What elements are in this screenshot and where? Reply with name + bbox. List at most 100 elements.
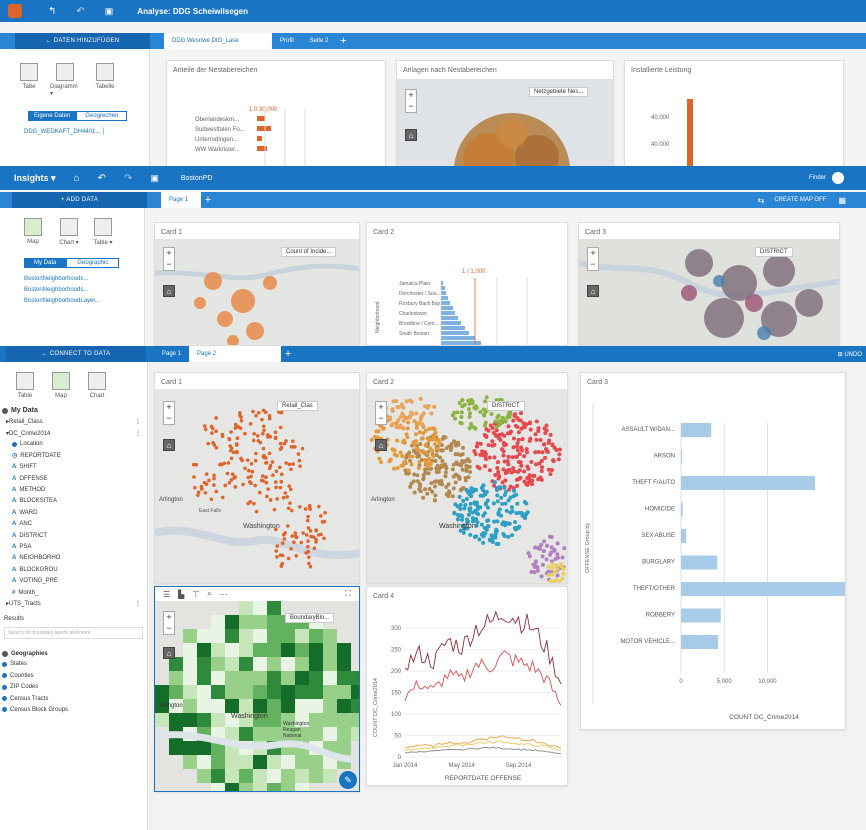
filter-icon[interactable]: ⊤ — [192, 590, 199, 599]
zoom-control[interactable]: + − — [587, 247, 599, 271]
field-item[interactable]: A OFFENSE — [0, 473, 147, 484]
search-icon[interactable]: ⌕ — [207, 589, 211, 599]
card-3[interactable]: Card 3 + − ⌂ DISTRICT — [578, 222, 840, 346]
map-legend[interactable]: Count of Incide... — [281, 247, 337, 257]
dataset-item[interactable]: BostonNeighborhoods... — [24, 287, 144, 293]
map-legend[interactable]: Netzgebiete Nes... — [529, 87, 589, 97]
add-page-icon[interactable]: + — [336, 34, 350, 48]
tab-page-1[interactable]: Page 1 — [154, 346, 189, 362]
map-tool[interactable]: Map — [46, 372, 76, 399]
card-1[interactable]: Card 1 + − ⌂ Count of Incide... — [154, 222, 360, 346]
card-2[interactable]: Card 2 + − ⌂ DISTRICT Washington Arlingto… — [366, 372, 568, 584]
map-legend[interactable]: DISTRICT — [487, 401, 525, 411]
avatar[interactable] — [832, 172, 844, 184]
more-icon[interactable]: ⋮ — [135, 600, 141, 607]
tab-page-2[interactable]: Seite 2 — [302, 33, 337, 49]
card-share[interactable]: Anteile der Nestabereichen Oberlandeskm.… — [166, 60, 386, 166]
list-icon[interactable]: ☰ — [163, 590, 170, 599]
user-name[interactable]: Finder — [809, 175, 826, 181]
geography-item[interactable]: ZIP Codes — [0, 681, 147, 692]
dataset-item[interactable]: DDG_WEDKAFT_DH4401... │ — [24, 129, 149, 135]
map-canvas[interactable] — [397, 61, 614, 166]
chart-tool[interactable]: Chart ▾ — [54, 218, 84, 246]
map-canvas[interactable] — [155, 223, 360, 346]
dataset-item[interactable]: ▸Retail_Class ⋮ — [0, 416, 147, 427]
field-item[interactable]: A BLOCKGROU — [0, 564, 147, 575]
dataset-item[interactable]: ▸UTS_Tracts ⋮ — [0, 598, 147, 609]
geography-toggle[interactable]: Geogrechen — [76, 111, 128, 121]
add-page-icon[interactable]: + — [201, 193, 215, 207]
table-tool[interactable]: Table — [10, 372, 40, 399]
zoom-control[interactable]: + − — [405, 89, 417, 113]
zoom-control[interactable]: + − — [375, 401, 387, 425]
add-page-icon[interactable]: + — [281, 347, 295, 361]
search-input[interactable]: Search for boundary layers and more — [4, 626, 143, 639]
table-tool[interactable]: Table ▾ — [88, 218, 118, 246]
my-data-toggle[interactable]: My Data — [24, 258, 67, 268]
field-item[interactable]: A NEIGHBORHO — [0, 553, 147, 564]
undo-icon[interactable]: ↶ — [98, 173, 106, 184]
home-icon[interactable]: ⌂ — [74, 173, 80, 184]
field-item[interactable]: A PSA — [0, 541, 147, 552]
tab-page-2[interactable]: Page 2 — [189, 346, 282, 362]
card-network-map[interactable]: Anlagen nach Nestabereichen + − ⌂ Netzgeb… — [396, 60, 614, 166]
field-item[interactable]: A BLOCKSITEA — [0, 496, 147, 507]
tab-page-1[interactable]: DDG Wesnwe DIG_Lase — [164, 33, 272, 49]
home-icon[interactable]: ⌂ — [163, 647, 175, 659]
field-item[interactable]: Location — [0, 439, 147, 450]
chart-tool[interactable]: Diagramm ▾ — [50, 63, 80, 97]
card-choropleth[interactable]: ☰ ▙ ⊤ ⌕ ⋯ ⛶ + − ⌂ BoundaryBlo... Washingt… — [154, 586, 360, 792]
create-map-toggle[interactable]: CREATE MAP OFF — [774, 197, 826, 203]
add-data-button[interactable]: ← DATEN HINZUFÜGEN — [15, 33, 150, 49]
undo-button[interactable]: ⊞ UNDO — [838, 351, 862, 358]
zoom-control[interactable]: + − — [163, 401, 175, 425]
grid-icon[interactable]: ▦ — [838, 196, 846, 205]
more-icon[interactable]: ⋮ — [135, 430, 141, 437]
undo-icon[interactable]: ↶ — [76, 6, 84, 17]
more-icon[interactable]: ⋯ — [220, 590, 228, 599]
my-data-toggle[interactable]: Eigene Daten — [28, 111, 77, 121]
map-canvas[interactable] — [367, 373, 568, 584]
dataset-item[interactable]: ▾DC_Crime2014 ⋮ — [0, 427, 147, 438]
map-legend[interactable]: Retail_Clas — [277, 401, 318, 411]
table-tool[interactable]: Tabelle — [90, 63, 120, 97]
tab-profile[interactable]: Profil — [272, 33, 302, 49]
home-icon[interactable]: ↰ — [48, 6, 56, 17]
card-2[interactable]: Card 2 1 / 1,000 Neighborhood Jamaica Pl… — [366, 222, 568, 346]
chart-type-icon[interactable]: ▙ — [178, 590, 184, 599]
home-icon[interactable]: ⌂ — [587, 285, 599, 297]
redo-icon[interactable]: ↷ — [124, 173, 132, 184]
save-icon[interactable]: ▣ — [150, 173, 159, 184]
filter-icon[interactable]: ⇆ — [758, 196, 765, 205]
card-capacity[interactable]: Installierte Leistung 40.000 40.000 — [624, 60, 844, 166]
geography-item[interactable]: Counties — [0, 670, 147, 681]
field-item[interactable]: A METHOD — [0, 484, 147, 495]
field-item[interactable]: A VOTING_PRE — [0, 575, 147, 586]
geography-item[interactable]: States — [0, 659, 147, 670]
card-4[interactable]: Card 4 300 250 200 150 100 50 0 Jan 2014 May 201… — [366, 586, 568, 786]
field-item[interactable]: # Month_ — [0, 587, 147, 598]
field-item[interactable]: A ANC — [0, 519, 147, 530]
dataset-item[interactable]: BostonNeighborhoods... — [24, 276, 144, 282]
geography-item[interactable]: Census Block Groups — [0, 704, 147, 715]
zoom-control[interactable]: + − — [163, 247, 175, 271]
home-icon[interactable]: ⌂ — [405, 129, 417, 141]
map-tool[interactable]: Tabe — [14, 63, 44, 97]
card-3[interactable]: Card 3 ASSAULT W/DAN... ARSON THEFT F/AUTO… — [580, 372, 846, 730]
tab-page-1[interactable]: Page 1 — [161, 192, 201, 208]
field-item[interactable]: A DISTRICT — [0, 530, 147, 541]
app-menu[interactable]: Insights ▾ — [14, 173, 56, 184]
maximize-icon[interactable]: ⛶ — [345, 589, 351, 599]
app-logo[interactable] — [8, 4, 22, 18]
dataset-item[interactable]: BostonNeighborhoodLayer... — [24, 298, 144, 304]
home-icon[interactable]: ⌂ — [163, 439, 175, 451]
map-canvas[interactable] — [155, 373, 360, 584]
zoom-control[interactable]: + − — [163, 611, 175, 635]
chart-tool[interactable]: Chart — [82, 372, 112, 399]
edit-fab-button[interactable]: ✎ — [339, 771, 357, 789]
connect-to-data-button[interactable]: ← CONNECT TO DATA — [6, 346, 146, 362]
map-canvas[interactable] — [579, 223, 840, 346]
card-1[interactable]: Card 1 + − ⌂ Retail_Clas Washington Arlin… — [154, 372, 360, 584]
geography-toggle[interactable]: Geographic — [66, 258, 120, 268]
map-tool[interactable]: Map — [18, 218, 48, 246]
